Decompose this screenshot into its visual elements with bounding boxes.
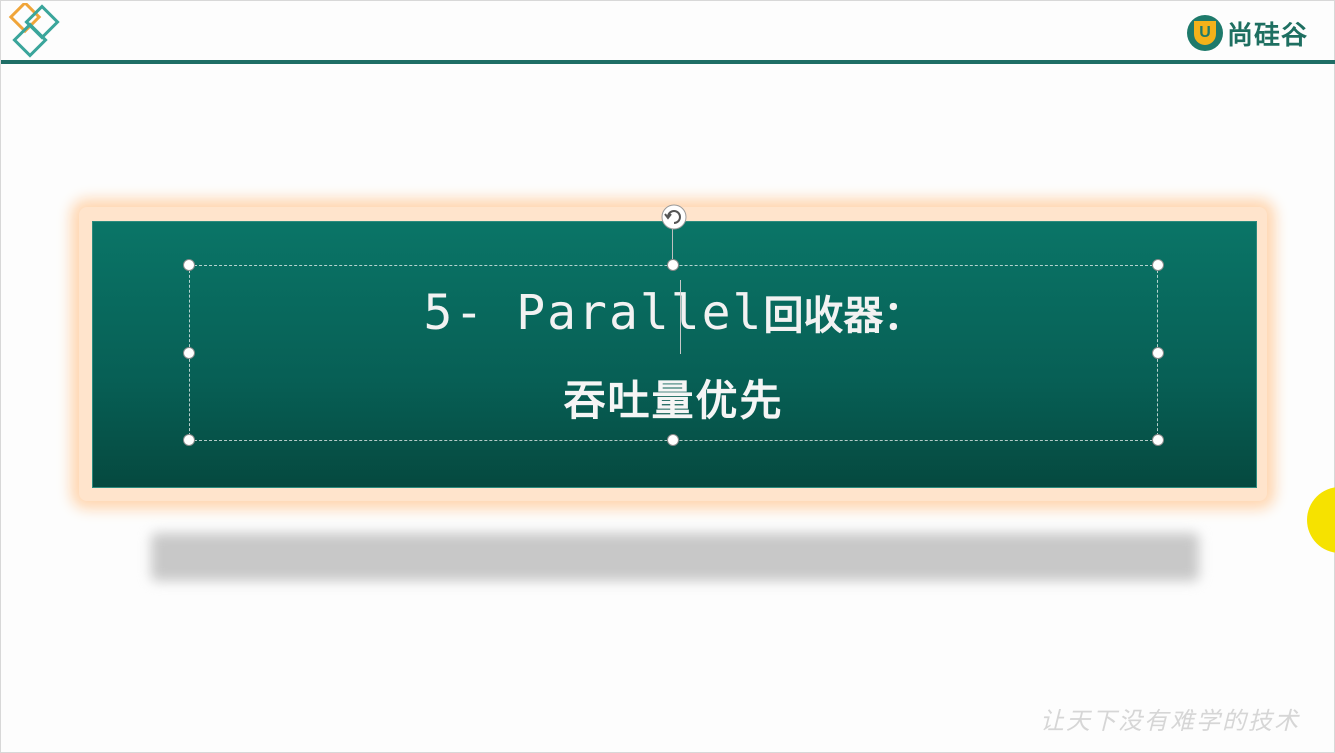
title-line-1[interactable]: 5- Parallel回收器： xyxy=(191,283,1156,341)
rotate-handle-icon[interactable] xyxy=(660,203,688,231)
brand-logo-icon: U xyxy=(1186,15,1223,51)
resize-handle-bottom-right[interactable] xyxy=(1152,434,1164,446)
slide: U 尚硅谷 5- Parallel回收器： 吞吐量优先 让天下没有难学的技术 xyxy=(0,0,1335,753)
header-divider xyxy=(1,60,1335,64)
resize-handle-top-center[interactable] xyxy=(667,259,679,271)
text-caret xyxy=(680,280,681,354)
resize-handle-middle-left[interactable] xyxy=(183,347,195,359)
brand-logo: U 尚硅谷 xyxy=(1186,13,1308,53)
resize-handle-top-right[interactable] xyxy=(1152,259,1164,271)
diamond-logo-icon xyxy=(8,3,60,58)
resize-handle-bottom-left[interactable] xyxy=(183,434,195,446)
slogan-watermark: 让天下没有难学的技术 xyxy=(1040,707,1300,735)
title-latin: 5- Parallel xyxy=(423,285,764,341)
title-cjk: 回收器： xyxy=(763,293,924,339)
brand-icon-letter: U xyxy=(1193,21,1216,45)
resize-handle-bottom-center[interactable] xyxy=(667,434,679,446)
brand-name: 尚硅谷 xyxy=(1226,20,1308,51)
resize-handle-top-left[interactable] xyxy=(183,259,195,271)
rotate-connector xyxy=(672,229,673,259)
laser-pointer xyxy=(1307,487,1335,553)
title-reflection xyxy=(151,533,1199,581)
resize-handle-middle-right[interactable] xyxy=(1152,347,1164,359)
title-line-2[interactable]: 吞吐量优先 xyxy=(191,367,1156,428)
